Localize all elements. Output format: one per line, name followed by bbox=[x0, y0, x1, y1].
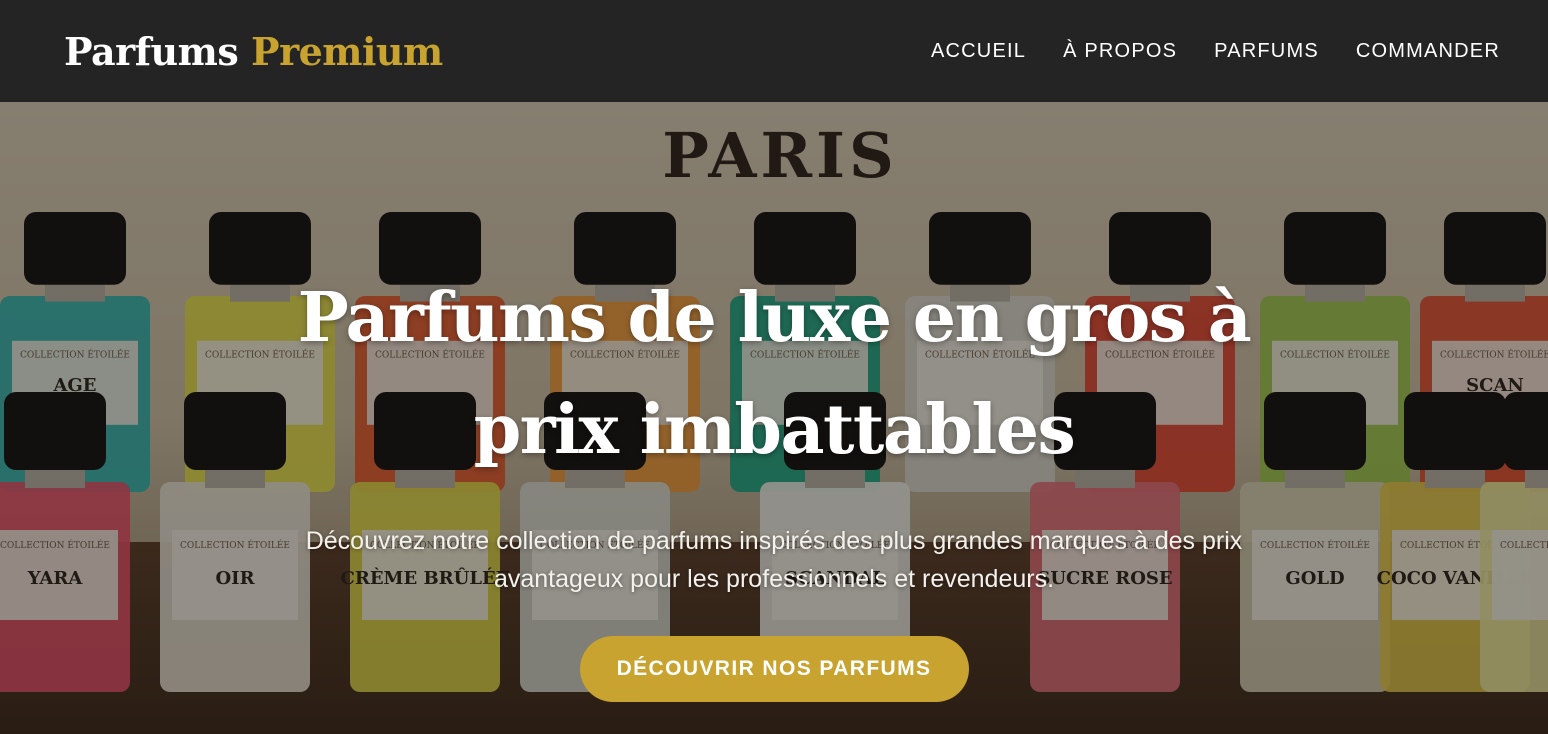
brand-logo[interactable]: Parfums Premium bbox=[64, 29, 443, 74]
hero-title: Parfums de luxe en gros à prix imbattabl… bbox=[297, 278, 1252, 470]
hero-section: PARIS COLLECTION ÉTOILÉE AGE COLLECTION ÉT… bbox=[0, 102, 1548, 734]
discover-perfumes-button[interactable]: DÉCOUVRIR NOS PARFUMS bbox=[579, 636, 969, 702]
nav-link-accueil[interactable]: ACCUEIL bbox=[931, 40, 1026, 62]
brand-name-primary: Parfums bbox=[64, 28, 239, 74]
nav-link-commander[interactable]: COMMANDER bbox=[1356, 40, 1500, 62]
nav-link-a-propos[interactable]: À PROPOS bbox=[1063, 40, 1177, 62]
main-nav: ACCUEIL À PROPOS PARFUMS COMMANDER bbox=[931, 40, 1500, 63]
brand-name-accent: Premium bbox=[251, 28, 443, 74]
site-header: Parfums Premium ACCUEIL À PROPOS PARFUMS… bbox=[0, 0, 1548, 102]
nav-link-parfums[interactable]: PARFUMS bbox=[1214, 40, 1319, 62]
hero-content: Parfums de luxe en gros à prix imbattabl… bbox=[0, 102, 1548, 734]
hero-subtitle: Découvrez notre collection de parfums in… bbox=[305, 527, 1243, 593]
